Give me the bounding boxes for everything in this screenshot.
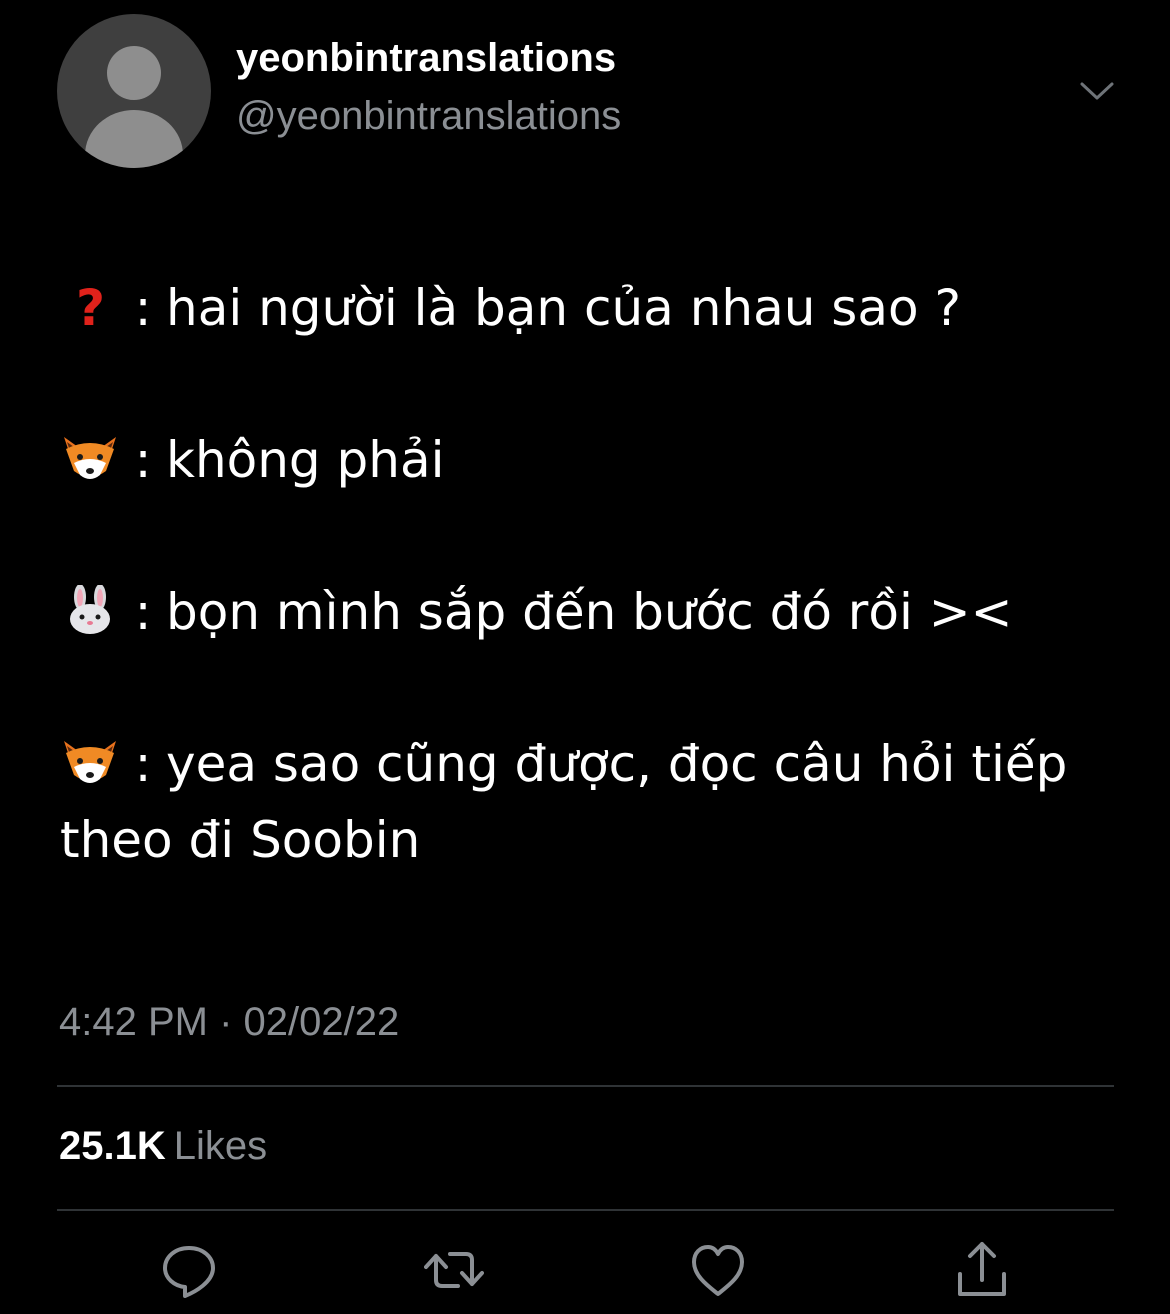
tweet-text: ? : hai người là bạn của nhau sao ? : khôn…: [60, 270, 1135, 954]
share-icon: [958, 1242, 1006, 1296]
fox-face-icon: [60, 737, 120, 787]
divider: [57, 1085, 1114, 1087]
likes-label: Likes: [173, 1124, 268, 1168]
heart-icon: [692, 1245, 744, 1296]
rabbit-face-icon: [60, 585, 120, 635]
divider: [57, 1209, 1114, 1211]
dialogue-line: : yea sao cũng được, đọc câu hỏi tiếp the…: [60, 726, 1135, 878]
reply-button[interactable]: [159, 1240, 219, 1300]
dialogue-text: hai người là bạn của nhau sao ?: [166, 279, 962, 337]
dialogue-text: yea sao cũng được, đọc câu hỏi tiếp theo…: [60, 735, 1068, 869]
dialogue-separator: :: [134, 431, 152, 489]
dialogue-separator: :: [134, 583, 152, 641]
likes-count: 25.1K: [59, 1124, 166, 1168]
dialogue-line: : bọn mình sắp đến bước đó rồi ><: [60, 574, 1135, 650]
tweet-timestamp[interactable]: 4:42 PM · 02/02/22: [59, 1000, 399, 1045]
red-question-mark-icon: ?: [60, 281, 120, 331]
reply-icon: [163, 1246, 215, 1298]
dialogue-separator: :: [134, 735, 152, 793]
avatar-head: [107, 46, 161, 100]
like-button[interactable]: [688, 1240, 748, 1300]
chevron-down-icon[interactable]: [1078, 76, 1116, 104]
display-name[interactable]: yeonbintranslations: [236, 36, 616, 81]
dialogue-line: : không phải: [60, 422, 1135, 498]
avatar[interactable]: [57, 14, 211, 168]
dialogue-line: ? : hai người là bạn của nhau sao ?: [60, 270, 1135, 346]
avatar-body: [85, 110, 183, 168]
retweet-button[interactable]: [424, 1240, 484, 1300]
share-button[interactable]: [952, 1240, 1012, 1300]
likes-stat[interactable]: 25.1K Likes: [59, 1124, 267, 1169]
svg-text:?: ?: [76, 281, 105, 331]
dialogue-separator: :: [134, 279, 152, 337]
fox-face-icon: [60, 433, 120, 483]
dialogue-text: không phải: [166, 431, 445, 489]
retweet-icon: [424, 1252, 484, 1288]
user-handle[interactable]: @yeonbintranslations: [236, 94, 621, 139]
dialogue-text: bọn mình sắp đến bước đó rồi ><: [166, 583, 1013, 641]
